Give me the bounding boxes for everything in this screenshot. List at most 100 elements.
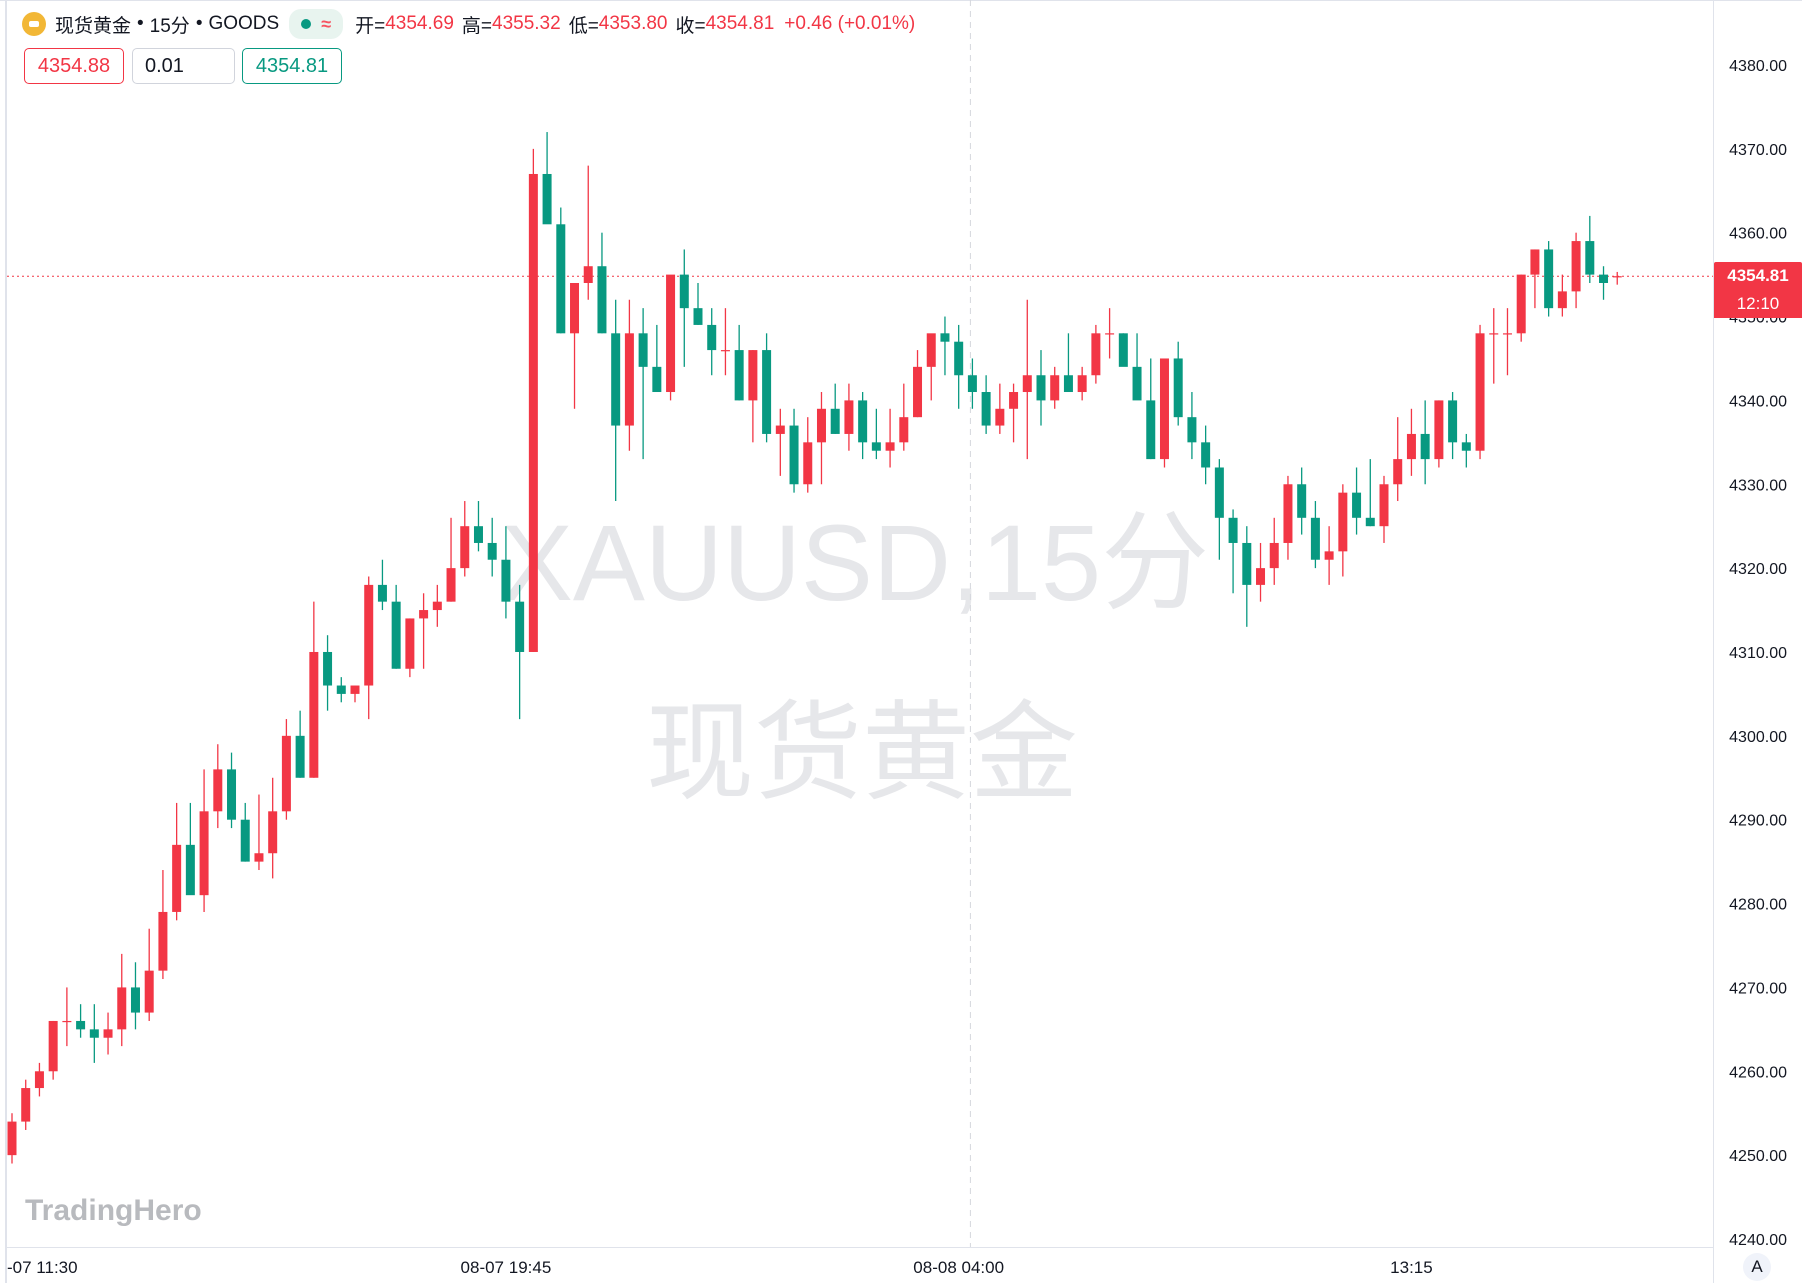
market-status-pill[interactable]: ≈ — [289, 9, 344, 39]
candle — [130, 962, 140, 1030]
buy-button[interactable]: 4354.81 — [242, 48, 342, 84]
candle-body — [1118, 333, 1128, 367]
candle-body — [185, 844, 195, 896]
candle-body — [1146, 400, 1156, 460]
candle-body — [144, 970, 154, 1013]
candle — [1297, 467, 1307, 535]
candle — [1557, 274, 1567, 317]
y-tick-label: 4290.00 — [1729, 813, 1787, 830]
candle — [34, 1062, 44, 1097]
candle-body — [21, 1088, 31, 1122]
interval-label[interactable]: 15分 — [150, 11, 190, 38]
candle — [967, 358, 977, 409]
candle-body — [309, 651, 319, 778]
candle — [487, 517, 497, 577]
candle — [515, 584, 525, 720]
candle — [624, 299, 634, 451]
sell-button[interactable]: 4354.88 — [24, 48, 124, 84]
candle — [1159, 358, 1169, 468]
y-tick-label: 4330.00 — [1729, 477, 1787, 494]
candle — [1146, 358, 1156, 460]
source-label: GOODS — [208, 13, 280, 34]
candle-body — [830, 408, 840, 434]
candle — [1516, 274, 1526, 342]
candle-body — [103, 1029, 113, 1038]
candle — [1022, 299, 1032, 460]
y-tick-label: 4280.00 — [1729, 897, 1787, 914]
candle-body — [1132, 366, 1142, 401]
candle — [405, 618, 415, 678]
candle-body — [213, 769, 223, 812]
candlestick-chart[interactable]: XAUUSD,15分 现货黄金 TradingHero 4380.00 4370.… — [0, 0, 1802, 1283]
candle — [1352, 467, 1362, 535]
candle-body — [1434, 400, 1444, 460]
candle — [570, 282, 580, 409]
candle-body — [954, 341, 964, 376]
candle — [1269, 517, 1279, 585]
candle — [1228, 509, 1238, 594]
candle — [1406, 408, 1416, 476]
candle — [1461, 433, 1471, 468]
candle-body — [899, 417, 909, 443]
candle — [1379, 475, 1389, 543]
candle-body — [1022, 375, 1032, 393]
candle-body — [1365, 517, 1375, 527]
candle-body — [227, 769, 237, 820]
candle-body — [460, 526, 470, 569]
candle-body — [858, 400, 868, 443]
quantity-input[interactable]: 0.01 — [132, 48, 235, 84]
candle — [1324, 526, 1334, 585]
candle-body — [570, 282, 580, 334]
candle-body — [1105, 333, 1115, 335]
candle — [679, 249, 689, 367]
auto-scale-button[interactable]: A — [1743, 1253, 1771, 1281]
candle — [734, 324, 744, 401]
candle — [762, 333, 772, 443]
candle — [748, 350, 758, 443]
candle-body — [1050, 375, 1060, 401]
candle — [885, 408, 895, 468]
candle — [323, 635, 333, 711]
candle — [707, 308, 717, 376]
gold-icon — [22, 12, 46, 36]
symbol-name[interactable]: 现货黄金 — [55, 11, 131, 38]
candle-body — [432, 601, 442, 611]
candle-body — [913, 366, 923, 418]
candle — [1530, 249, 1540, 309]
candle-body — [1516, 274, 1526, 334]
candle-body — [199, 811, 209, 896]
candle-body — [1393, 459, 1403, 485]
candle — [1448, 392, 1458, 460]
candle-body — [789, 425, 799, 485]
candle-body — [1544, 249, 1554, 309]
open-value: 4354.69 — [385, 13, 454, 34]
candle — [1242, 526, 1252, 627]
open-label: 开= — [355, 15, 386, 37]
candle-body — [1338, 492, 1348, 552]
candle — [844, 383, 854, 451]
candle — [227, 752, 237, 829]
tradinghero-logo: TradingHero — [25, 1194, 202, 1227]
candle-body — [281, 735, 291, 812]
candle-body — [117, 987, 127, 1030]
candle — [350, 685, 360, 703]
last-price-tag: 4354.81 — [1714, 262, 1802, 290]
y-tick-label: 4360.00 — [1729, 226, 1787, 243]
candle-body — [1406, 433, 1416, 460]
low-label: 低= — [568, 15, 599, 37]
candle — [172, 802, 182, 921]
candle-body — [1571, 241, 1581, 292]
high-label: 高= — [461, 15, 492, 37]
low-value: 4353.80 — [598, 13, 668, 34]
candle — [1502, 308, 1512, 376]
candle — [1310, 501, 1320, 569]
candle — [611, 299, 621, 502]
candle — [1036, 350, 1046, 426]
candle-body — [995, 408, 1005, 426]
candle — [144, 928, 154, 1021]
candle-body — [1475, 333, 1485, 451]
candle-body — [34, 1071, 44, 1089]
chart-stage: XAUUSD,15分 现货黄金 TradingHero 4380.00 4370.… — [0, 0, 1802, 1283]
candle — [377, 559, 387, 611]
candle-body — [1502, 333, 1512, 335]
